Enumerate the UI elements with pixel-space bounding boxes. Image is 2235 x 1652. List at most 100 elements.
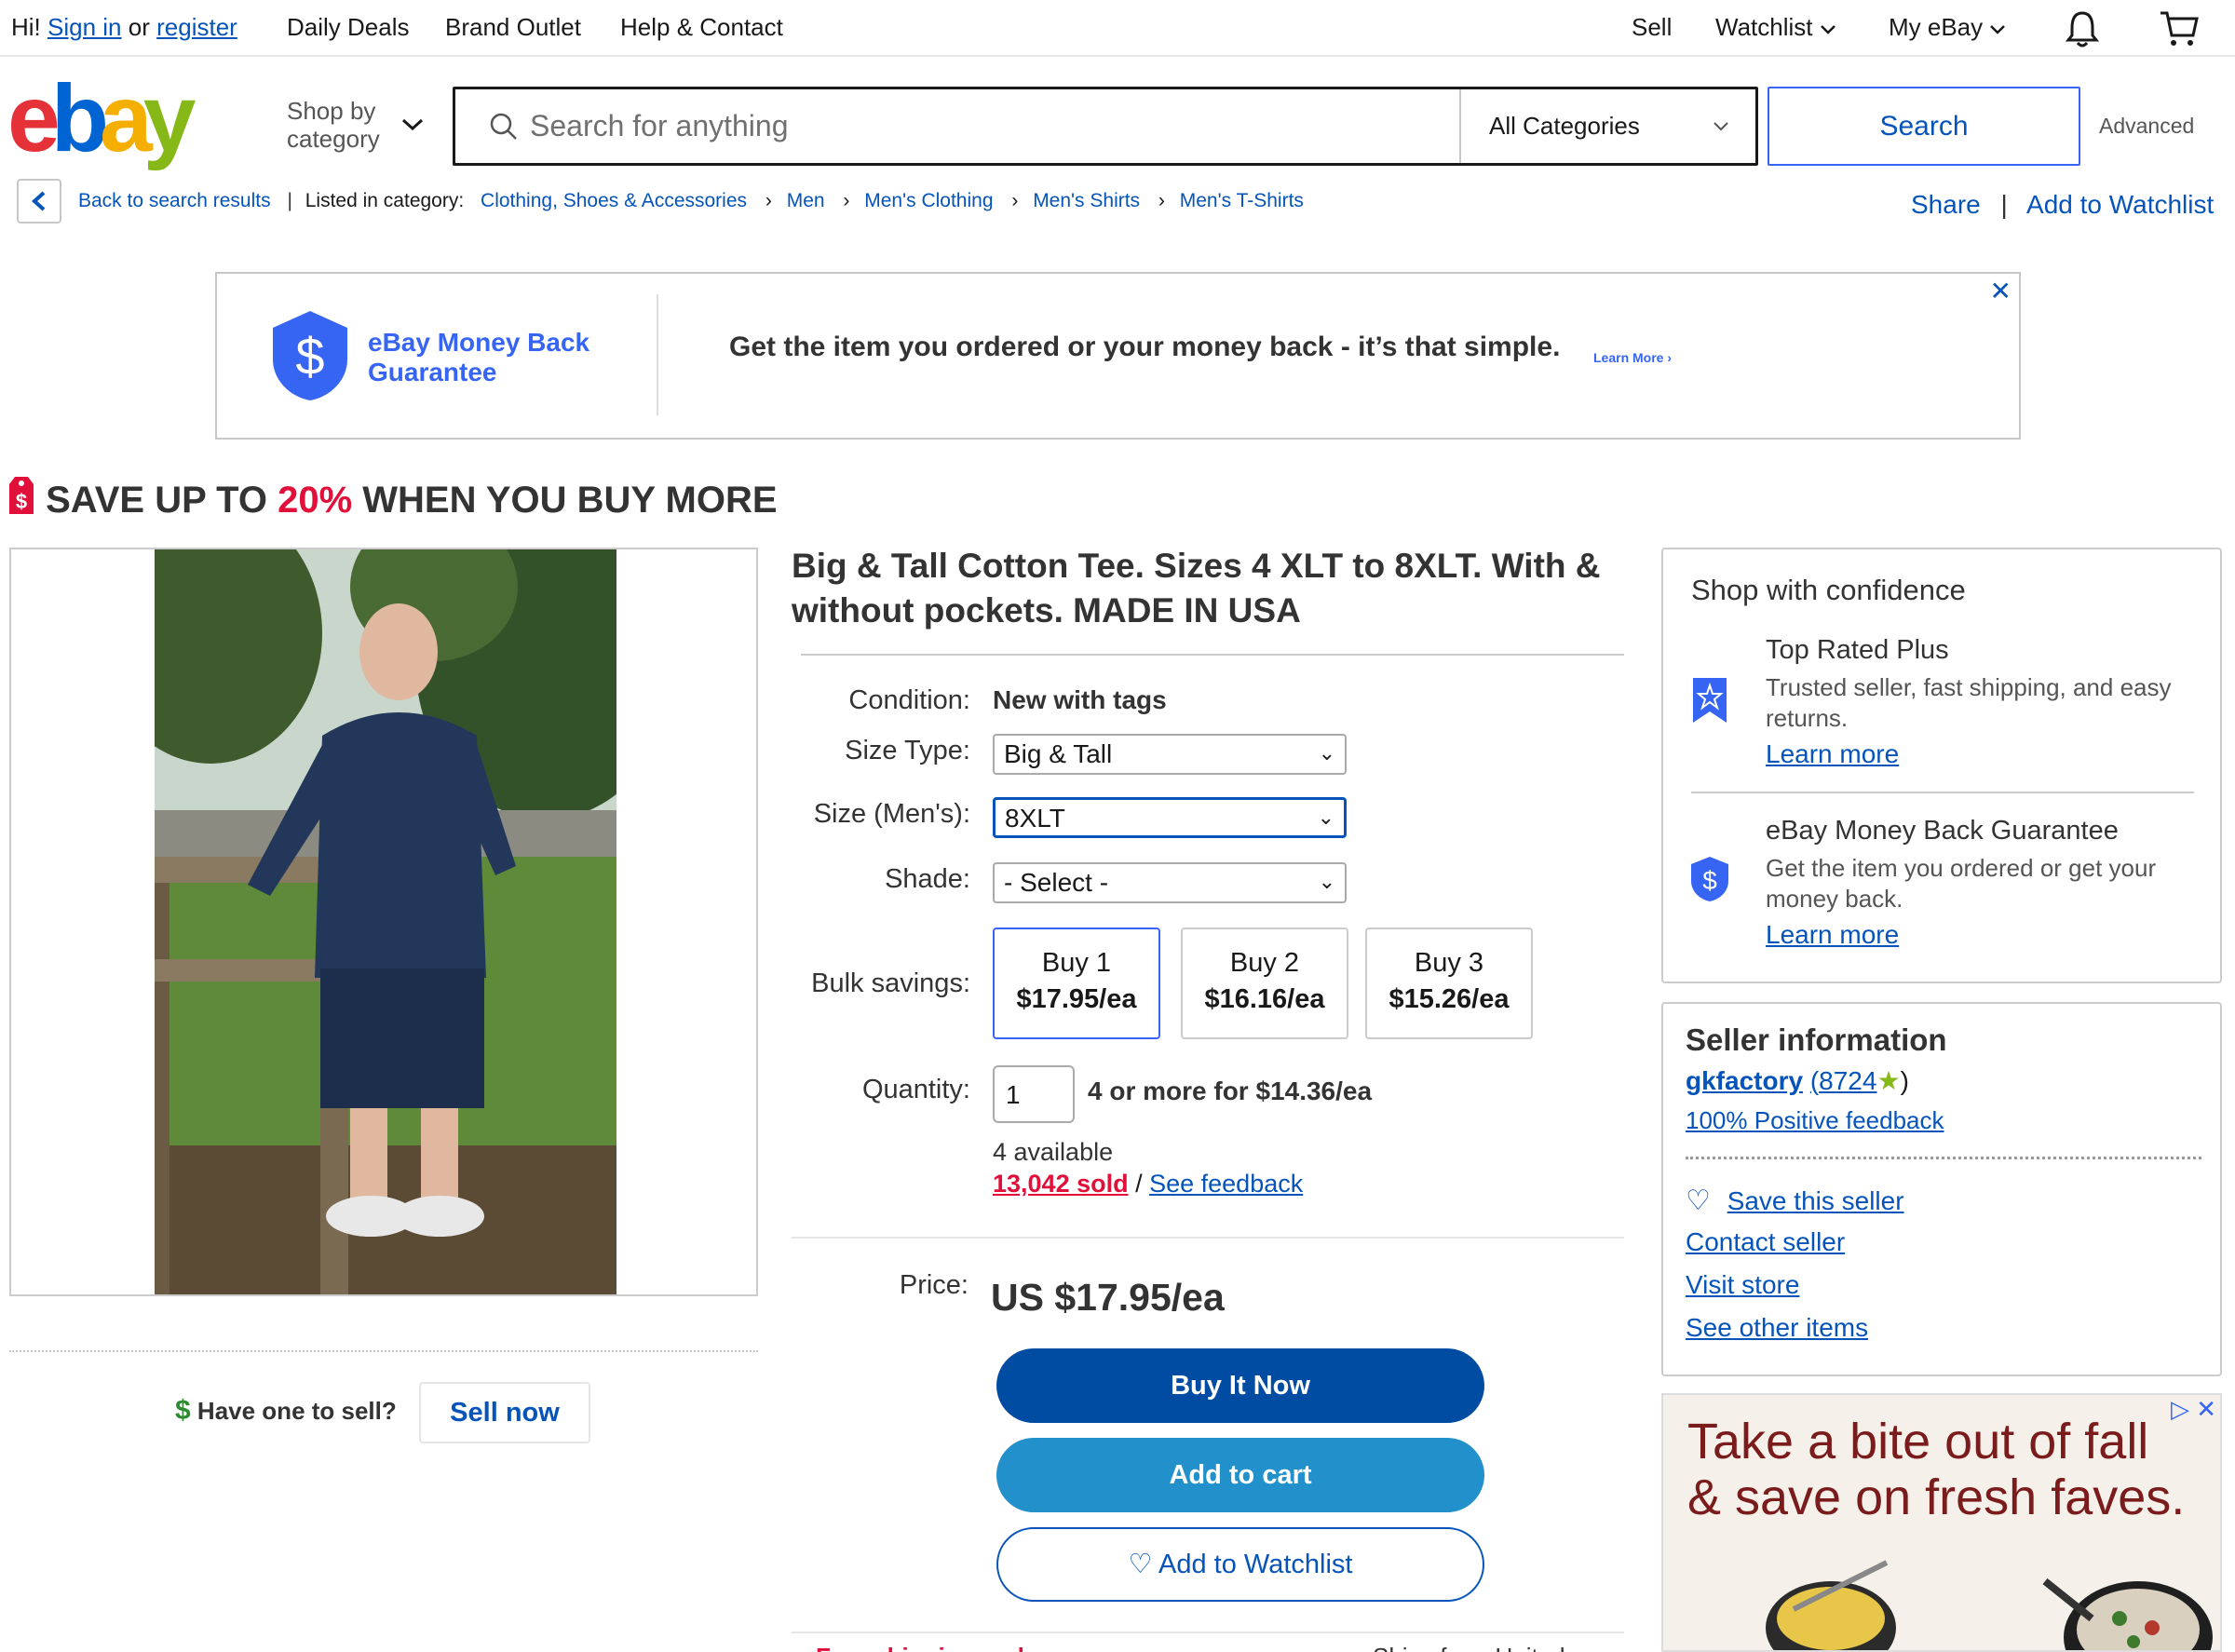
search-input[interactable] bbox=[530, 104, 1368, 147]
chevron-right-icon: › bbox=[765, 190, 772, 211]
register-link[interactable]: register bbox=[156, 13, 237, 41]
see-feedback-link[interactable]: See feedback bbox=[1149, 1170, 1303, 1198]
top-rated-badge-icon bbox=[1693, 678, 1727, 723]
food-bowl-image bbox=[1766, 1560, 1896, 1650]
add-to-watchlist-button[interactable]: ♡ Add to Watchlist bbox=[996, 1527, 1484, 1602]
listed-in-label: Listed in category: bbox=[305, 190, 465, 211]
buy-it-now-button[interactable]: Buy It Now bbox=[996, 1348, 1484, 1423]
banner-learn-more-label: Learn More bbox=[1593, 350, 1664, 365]
ships-from-text: Ships from United bbox=[1373, 1643, 1565, 1652]
svg-text:$: $ bbox=[295, 327, 324, 386]
positive-feedback-link[interactable]: 100% Positive feedback bbox=[1686, 1106, 1944, 1135]
ad-text: Take a bite out of fall & save on fresh … bbox=[1687, 1414, 2185, 1525]
bulk-qty: Buy 1 bbox=[1041, 948, 1112, 978]
shop-by-line1: Shop by bbox=[287, 97, 376, 125]
add-to-watchlist-label: Add to Watchlist bbox=[1158, 1550, 1353, 1579]
sell-link[interactable]: Sell bbox=[1632, 13, 1672, 42]
share-link[interactable]: Share bbox=[1911, 190, 1981, 219]
notification-bell-icon[interactable] bbox=[2064, 9, 2101, 48]
promo-suffix: WHEN YOU BUY MORE bbox=[352, 480, 778, 521]
heart-icon: ♡ bbox=[1128, 1550, 1153, 1579]
bulk-option-3[interactable]: Buy 3 $15.26/ea bbox=[1365, 928, 1533, 1039]
close-icon[interactable]: ✕ bbox=[2196, 1395, 2216, 1423]
chevron-down-icon: ⌄ bbox=[1318, 741, 1335, 765]
chevron-right-icon: › bbox=[843, 190, 850, 211]
sign-in-link[interactable]: Sign in bbox=[47, 13, 122, 41]
size-select[interactable]: 8XLT ⌄ bbox=[993, 797, 1347, 838]
chevron-down-icon bbox=[1714, 122, 1728, 131]
advertisement[interactable]: ▷ ✕ Take a bite out of fall & save on fr… bbox=[1661, 1393, 2222, 1652]
condition-value: New with tags bbox=[993, 685, 1167, 714]
shade-select[interactable]: - Select - ⌄ bbox=[993, 862, 1347, 903]
breadcrumb-separator: | bbox=[287, 190, 292, 211]
contact-seller-link[interactable]: Contact seller bbox=[1686, 1227, 1845, 1257]
promo-percent: 20% bbox=[278, 480, 353, 521]
price-tag-icon: $ bbox=[9, 477, 34, 514]
product-image-frame[interactable] bbox=[9, 548, 758, 1296]
money-back-banner[interactable]: ✕ $ eBay Money Back Guarantee Get the it… bbox=[215, 272, 2021, 440]
confidence-divider bbox=[1691, 792, 2194, 793]
breadcrumb-item-clothing[interactable]: Clothing, Shoes & Accessories bbox=[481, 190, 747, 211]
search-icon bbox=[490, 113, 517, 140]
back-to-results-link[interactable]: Back to search results bbox=[78, 190, 271, 211]
quantity-input[interactable]: 1 bbox=[993, 1065, 1075, 1123]
ebay-logo[interactable]: ebay bbox=[7, 78, 231, 171]
sold-count-link[interactable]: 13,042 sold bbox=[993, 1170, 1129, 1198]
search-button[interactable]: Search bbox=[1768, 87, 2080, 166]
cart-icon[interactable] bbox=[2159, 7, 2200, 48]
breadcrumb-item-mens-tshirts[interactable]: Men's T-Shirts bbox=[1180, 190, 1304, 211]
sold-separator: / bbox=[1128, 1170, 1150, 1198]
shade-value: - Select - bbox=[1004, 868, 1109, 897]
size-type-label: Size Type: bbox=[845, 736, 970, 765]
see-other-items-link[interactable]: See other items bbox=[1686, 1313, 1868, 1343]
price-value: US $17.95/ea bbox=[991, 1276, 1225, 1319]
product-photo bbox=[155, 549, 616, 1294]
breadcrumb-item-mens-shirts[interactable]: Men's Shirts bbox=[1033, 190, 1140, 211]
shield-dollar-icon: $ bbox=[273, 311, 347, 400]
category-select[interactable]: All Categories bbox=[1459, 89, 1755, 163]
food-pan-image bbox=[2042, 1578, 2213, 1650]
watchlist-label: Watchlist bbox=[1715, 13, 1813, 41]
advanced-search-link[interactable]: Advanced bbox=[2099, 114, 2194, 139]
seller-name-link[interactable]: gkfactory bbox=[1686, 1066, 1803, 1095]
top-rated-heading: Top Rated Plus bbox=[1766, 635, 1949, 665]
learn-more-link[interactable]: Learn more bbox=[1766, 739, 1899, 769]
seller-score-link[interactable]: (8724 bbox=[1810, 1066, 1877, 1095]
chevron-left-icon bbox=[32, 191, 46, 211]
add-to-cart-button[interactable]: Add to cart bbox=[996, 1438, 1484, 1512]
learn-more-link[interactable]: Learn more bbox=[1766, 920, 1899, 950]
share-watch-links: Share | Add to Watchlist bbox=[1911, 190, 2214, 220]
greeting: Hi! Sign in or register bbox=[11, 13, 237, 42]
chevron-right-icon: › bbox=[1158, 190, 1165, 211]
back-button[interactable] bbox=[17, 179, 61, 223]
brand-outlet-link[interactable]: Brand Outlet bbox=[445, 13, 581, 42]
star-icon: ★ bbox=[1876, 1066, 1901, 1095]
breadcrumb-item-mens-clothing[interactable]: Men's Clothing bbox=[864, 190, 993, 211]
my-ebay-label: My eBay bbox=[1889, 13, 1984, 41]
visit-store-link[interactable]: Visit store bbox=[1686, 1270, 1799, 1300]
seller-divider bbox=[1686, 1157, 2201, 1159]
promo-heading: $ SAVE UP TO 20% WHEN YOU BUY MORE bbox=[7, 475, 778, 521]
my-ebay-menu[interactable]: My eBay bbox=[1889, 13, 2006, 42]
sell-now-button[interactable]: Sell now bbox=[419, 1382, 590, 1443]
price-label: Price: bbox=[899, 1270, 968, 1300]
dollar-icon: $ bbox=[175, 1395, 191, 1426]
bulk-price: $17.95/ea bbox=[1016, 984, 1137, 1014]
seller-score-close: ) bbox=[1900, 1066, 1909, 1095]
bulk-price: $15.26/ea bbox=[1388, 984, 1510, 1014]
add-watchlist-link[interactable]: Add to Watchlist bbox=[2026, 190, 2214, 219]
shop-by-category[interactable]: Shop by category bbox=[287, 97, 424, 153]
heart-icon: ♡ bbox=[1686, 1185, 1711, 1216]
banner-learn-more[interactable]: Learn More › bbox=[1593, 350, 1672, 365]
bulk-option-1[interactable]: Buy 1 $17.95/ea bbox=[993, 928, 1160, 1039]
breadcrumb-item-men[interactable]: Men bbox=[787, 190, 825, 211]
bulk-option-2[interactable]: Buy 2 $16.16/ea bbox=[1181, 928, 1348, 1039]
save-seller-link[interactable]: ♡ Save this seller bbox=[1686, 1185, 1904, 1217]
shipping-strip: Free shipping and Ships from United bbox=[792, 1632, 1624, 1652]
size-type-select[interactable]: Big & Tall ⌄ bbox=[993, 734, 1347, 775]
chevron-down-icon bbox=[401, 118, 424, 131]
daily-deals-link[interactable]: Daily Deals bbox=[287, 13, 410, 42]
help-contact-link[interactable]: Help & Contact bbox=[620, 13, 783, 42]
watchlist-menu[interactable]: Watchlist bbox=[1715, 13, 1836, 42]
close-icon[interactable]: ✕ bbox=[1990, 276, 2012, 306]
